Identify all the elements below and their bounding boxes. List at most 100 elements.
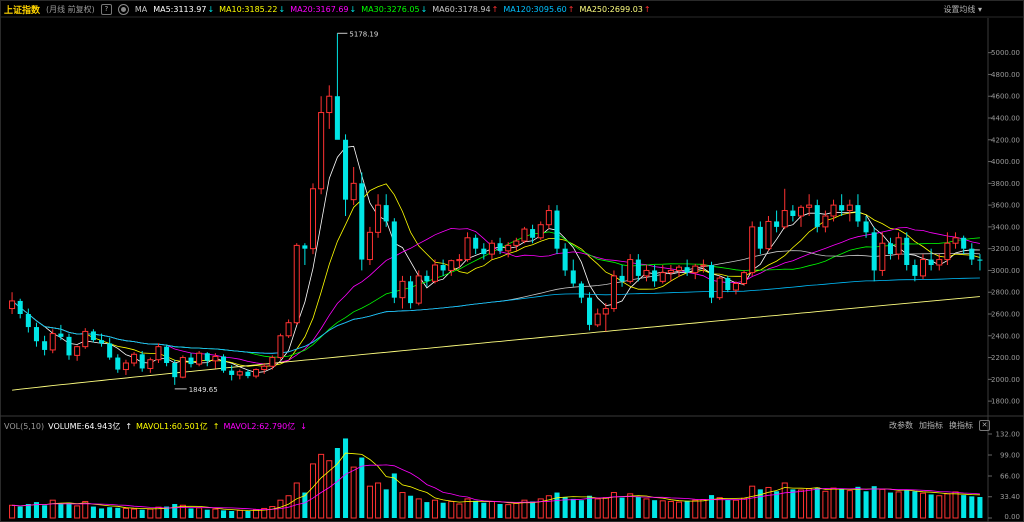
candle-body-up: [236, 371, 243, 376]
candle-body-down: [343, 139, 349, 200]
candle-body-up: [521, 228, 528, 242]
candle-body-up: [179, 357, 186, 378]
volume-bar-down: [790, 489, 796, 518]
mavol1-value: MAVOL1:60.501亿: [136, 421, 208, 431]
volume-bar-down: [107, 507, 113, 518]
volume-bar-up: [236, 509, 243, 519]
edit-params-button[interactable]: 改参数: [889, 420, 913, 431]
volume-bar-down: [383, 489, 389, 518]
volume-bar-down: [115, 507, 121, 518]
candle-body-up: [9, 300, 16, 310]
candle-body-up: [326, 95, 333, 114]
candle-body-up: [594, 313, 601, 326]
volume-bar-up: [309, 463, 317, 519]
candle-body-down: [684, 267, 690, 273]
candle-body-down: [839, 205, 845, 211]
candle-body-down: [570, 270, 576, 284]
candle-body-up: [952, 237, 959, 244]
volume-bar-up: [667, 500, 674, 519]
volume-bar-up: [716, 497, 723, 519]
volume-bar-down: [42, 505, 48, 518]
volume-bar-down: [904, 490, 910, 518]
candle-body-down: [619, 275, 625, 282]
close-icon[interactable]: ✕: [979, 420, 990, 431]
volume-bar-up: [513, 502, 520, 519]
volume-bar-down: [969, 496, 975, 518]
volume-bar-up: [627, 493, 634, 519]
candle-body-up: [610, 275, 617, 310]
volume-bar-up: [122, 507, 129, 519]
candle-body-up: [895, 237, 902, 255]
candle-body-down: [562, 248, 568, 271]
candle-body-down: [107, 343, 113, 358]
candle-body-down: [904, 237, 910, 265]
candle-body-up: [602, 308, 609, 315]
volume-bar-up: [9, 504, 16, 519]
add-indicator-button[interactable]: 加指标: [919, 420, 943, 431]
candle-body-down: [481, 248, 487, 255]
candle-body-up: [212, 355, 219, 362]
volume-bar-up: [318, 453, 325, 519]
candle-body-up: [692, 265, 699, 274]
volume-bar-up: [692, 499, 699, 519]
candle-body-up: [131, 353, 138, 364]
volume-bar-up: [675, 501, 683, 519]
candle-body-down: [928, 259, 934, 265]
volume-bar-up: [806, 488, 813, 519]
arrow-up-icon: ↑: [125, 421, 133, 431]
arrow-down-icon: ↓: [300, 421, 307, 431]
candle-body-down: [473, 237, 479, 249]
volume-bar-down: [245, 511, 251, 518]
ma5-line: [11, 145, 980, 374]
volume-indicator-label[interactable]: VOL(5,10): [4, 422, 44, 431]
candle-body-up: [375, 204, 382, 233]
candlestick-chart[interactable]: 5000.00 4800.00 4600.00 4400.00 4200.00 4000.…: [0, 0, 1024, 522]
switch-indicator-button[interactable]: 换指标: [949, 420, 973, 431]
price-axis-label: 4800.00: [991, 71, 1020, 79]
volume-bar-up: [830, 487, 837, 519]
volume-bar-down: [391, 473, 397, 518]
candle-body-down: [221, 356, 227, 371]
price-axis-label: 3200.00: [991, 245, 1020, 253]
candle-body-down: [172, 363, 178, 378]
candle-body-up: [147, 359, 154, 369]
volume-bar-up: [594, 498, 601, 519]
volume-bar-up: [610, 492, 617, 519]
candle-body-down: [424, 275, 430, 282]
candle-body-up: [667, 269, 674, 274]
volume-bar-up: [196, 507, 203, 519]
candle-body-up: [431, 264, 439, 282]
candle-body-down: [164, 346, 170, 363]
candle-body-down: [245, 371, 251, 377]
candle-body-down: [204, 353, 210, 361]
candle-body-down: [229, 370, 235, 375]
candle-body-down: [530, 229, 536, 238]
volume-bar-up: [846, 490, 853, 519]
candle-body-up: [285, 322, 292, 337]
volume-bar-down: [221, 510, 227, 518]
candle-body-down: [969, 248, 975, 260]
volume-bar-down: [481, 502, 487, 518]
volume-bar-down: [229, 511, 235, 518]
price-axis-label: 2600.00: [991, 311, 1020, 319]
ma250-line: [12, 296, 980, 391]
candle-body-up: [537, 224, 544, 239]
volume-axis-label: 66.00: [1000, 473, 1020, 481]
volume-bar-down: [855, 486, 861, 518]
candle-body-down: [757, 226, 763, 249]
candle-body-up: [741, 272, 748, 285]
volume-bar-down: [928, 494, 934, 518]
volume-bar-up: [415, 498, 422, 519]
candle-body-down: [391, 221, 397, 298]
volume-bar-up: [700, 499, 707, 519]
price-axis-label: 2200.00: [991, 354, 1020, 362]
candle-body-up: [675, 266, 683, 271]
arrow-up-icon: ↑: [212, 421, 220, 431]
candle-body-up: [944, 242, 951, 261]
volume-bar-down: [58, 504, 64, 518]
volume-bar-down: [961, 495, 967, 518]
volume-header: VOL(5,10) VOLUME:64.943亿 ↑ MAVOL1:60.501亿…: [4, 420, 307, 432]
volume-axis-label: 33.40: [1000, 493, 1020, 501]
volume-bar-down: [619, 497, 625, 518]
volume-bar-down: [188, 508, 194, 518]
